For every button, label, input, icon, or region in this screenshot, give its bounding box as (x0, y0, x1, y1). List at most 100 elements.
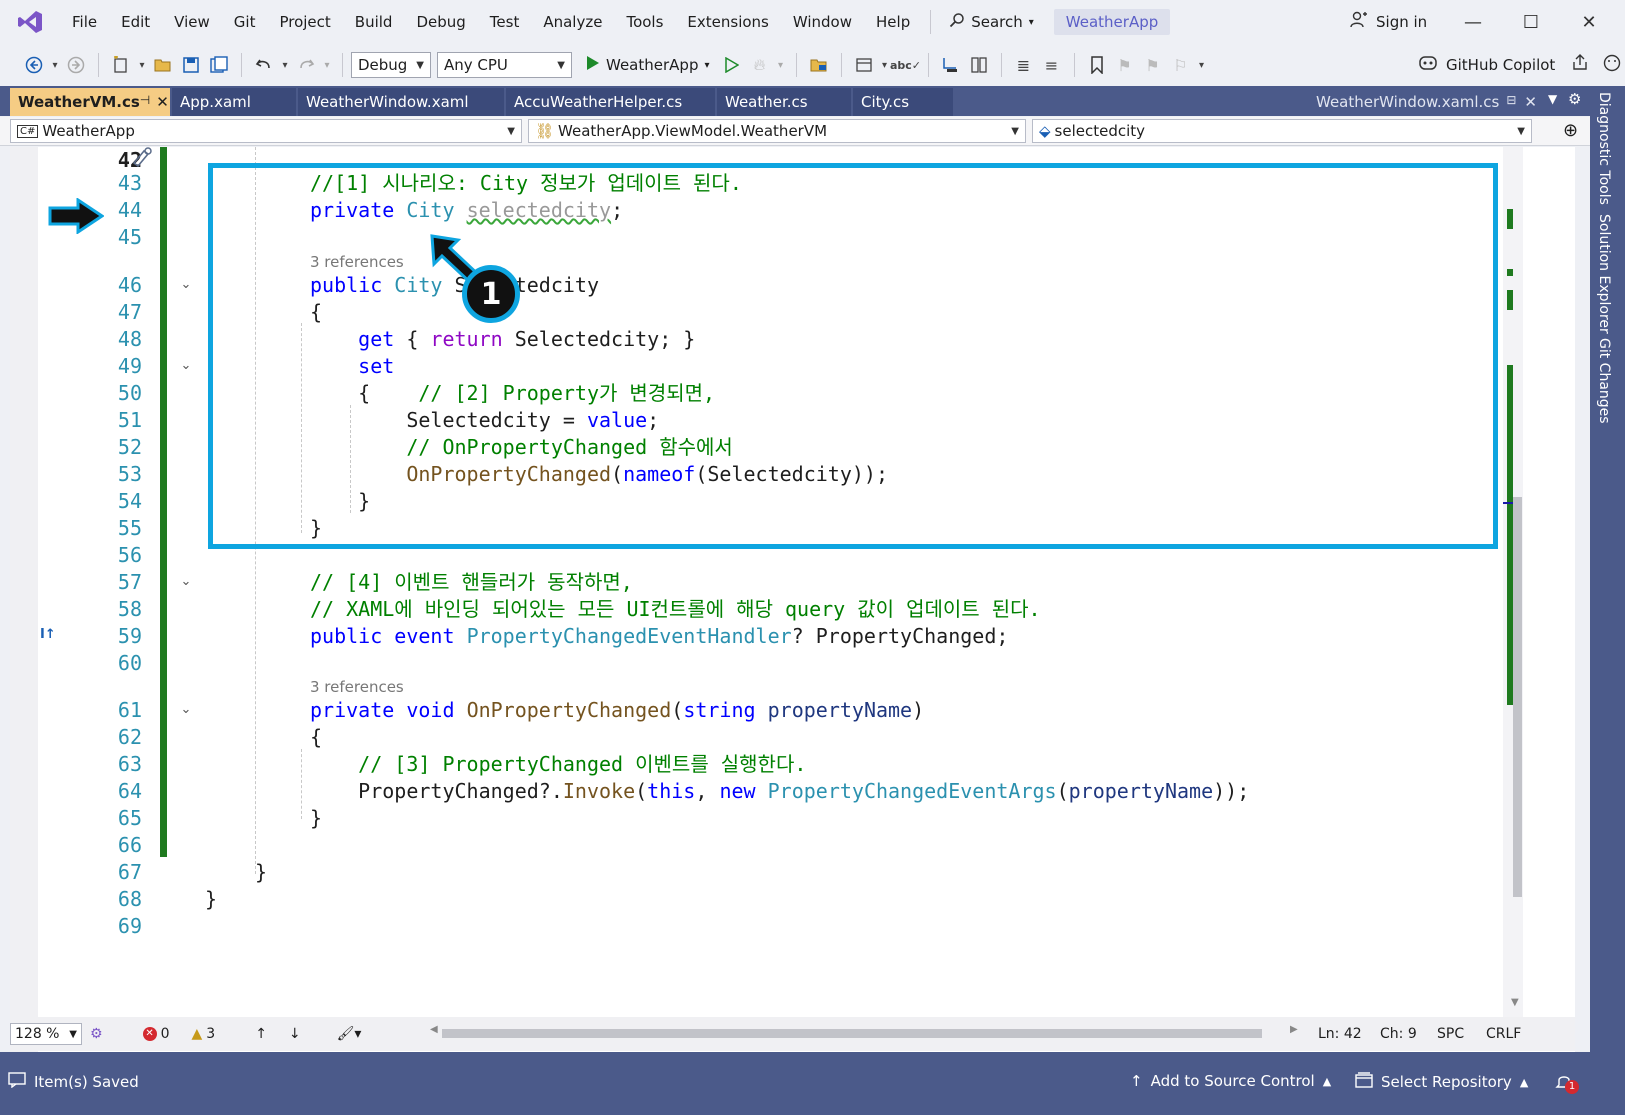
close-icon[interactable]: ✕ (156, 93, 169, 111)
bookmark-icon[interactable] (1083, 51, 1111, 79)
save-all-icon[interactable] (205, 51, 233, 79)
navigate-forward-icon[interactable] (62, 51, 90, 79)
solution-platform-select[interactable]: Any CPU ▼ (437, 52, 572, 78)
menu-extensions[interactable]: Extensions (675, 0, 780, 44)
uncomment-lines-icon[interactable]: ≡ (1038, 51, 1066, 79)
menu-test[interactable]: Test (478, 0, 532, 44)
layout-icon[interactable] (850, 51, 878, 79)
menu-analyze[interactable]: Analyze (531, 0, 614, 44)
vertical-scroll-thumb[interactable] (1513, 497, 1522, 897)
tab-overflow-chevron-icon[interactable]: ▼ (1548, 92, 1557, 106)
clear-bookmarks-icon[interactable]: ⚐ (1167, 51, 1195, 79)
maximize-icon[interactable]: ☐ (1503, 0, 1559, 44)
new-item-icon[interactable] (107, 51, 135, 79)
collapse-chevron-icon[interactable]: ⌄ (178, 277, 194, 293)
chevron-down-icon[interactable]: ▾ (278, 51, 292, 79)
undo-icon[interactable] (250, 51, 278, 79)
solution-explorer-tab[interactable]: Solution Explorer (1596, 214, 1612, 334)
sign-in-button[interactable]: Sign in (1350, 0, 1427, 44)
menu-debug[interactable]: Debug (404, 0, 477, 44)
menu-git[interactable]: Git (222, 0, 268, 44)
chevron-down-icon[interactable]: ▾ (48, 51, 62, 79)
chevron-down-icon[interactable]: ▾ (135, 51, 149, 79)
tab-app-xaml[interactable]: App.xaml (172, 88, 296, 116)
toolbar-overflow-icon[interactable]: ▾ (1195, 51, 1209, 79)
minimize-icon[interactable]: — (1445, 0, 1501, 44)
codelens-references[interactable]: 3 references (310, 676, 404, 698)
scroll-down-icon[interactable]: ▼ (1511, 997, 1519, 1008)
select-repository-button[interactable]: Select Repository ▲ (1355, 1072, 1528, 1092)
browse-folder-icon[interactable] (805, 51, 833, 79)
horizontal-scrollbar[interactable]: ◀ ▶ (430, 1024, 1310, 1042)
line-indicator[interactable]: Ln: 42 (1318, 1017, 1362, 1051)
code-cleanup-icon[interactable]: 🖌︎▾ (337, 1026, 362, 1042)
solution-configuration-select[interactable]: Debug ▼ (351, 52, 431, 78)
hot-reload-icon[interactable]: 🔥︎ (746, 51, 774, 79)
solution-name-badge[interactable]: WeatherApp (1053, 9, 1171, 35)
start-debugging-button[interactable]: WeatherApp ▾ (578, 55, 718, 75)
menu-edit[interactable]: Edit (109, 0, 162, 44)
redo-icon[interactable] (292, 51, 320, 79)
quick-actions-paintbrush-icon[interactable] (130, 147, 154, 171)
line-ending-indicator[interactable]: CRLF (1486, 1017, 1521, 1051)
menu-window[interactable]: Window (781, 0, 864, 44)
collapse-chevron-icon[interactable]: ⌄ (178, 702, 194, 718)
navigate-back-icon[interactable] (20, 51, 48, 79)
tab-weatherwindow-xaml-cs-preview[interactable]: WeatherWindow.xaml.cs ⊟ ✕ (1308, 88, 1545, 116)
github-copilot-button[interactable]: GitHub Copilot (1418, 44, 1621, 86)
menu-view[interactable]: View (162, 0, 222, 44)
tab-weatherwindow-xaml[interactable]: WeatherWindow.xaml (298, 88, 504, 116)
gear-icon[interactable]: ⚙ (1568, 90, 1581, 108)
tab-weathervm-cs[interactable]: WeatherVM.cs ⊣ ✕ (10, 88, 170, 116)
collapse-chevron-icon[interactable]: ⌄ (178, 574, 194, 590)
vertical-scrollbar[interactable]: ▼ (1507, 147, 1525, 1017)
close-icon[interactable]: ✕ (1524, 93, 1537, 111)
save-icon[interactable] (177, 51, 205, 79)
open-folder-icon[interactable] (149, 51, 177, 79)
collapse-chevron-icon[interactable]: ⌄ (178, 358, 194, 374)
project-select[interactable]: C# WeatherApp ▼ (10, 119, 522, 143)
next-issue-icon[interactable]: ↓ (289, 1026, 301, 1042)
member-select[interactable]: ⬙ selectedcity ▼ (1032, 119, 1532, 143)
spell-check-icon[interactable]: abc✓ (890, 51, 921, 79)
glyph-margin[interactable] (10, 147, 38, 1052)
next-bookmark-icon[interactable]: ⚑ (1139, 51, 1167, 79)
notifications-button[interactable]: 1 (1555, 1072, 1579, 1094)
feedback-icon[interactable] (1603, 54, 1621, 76)
compare-files-icon[interactable] (965, 51, 993, 79)
diagnostic-tools-tab[interactable]: Diagnostic Tools (1596, 92, 1612, 205)
add-to-source-control-button[interactable]: ↑ Add to Source Control ▲ (1130, 1072, 1331, 1090)
tab-accuweatherhelper-cs[interactable]: AccuWeatherHelper.cs (506, 88, 715, 116)
keep-open-icon[interactable]: ⊟ (1506, 93, 1516, 111)
tab-city-cs[interactable]: City.cs (853, 88, 953, 116)
error-count[interactable]: ✕ 0 (142, 1026, 169, 1042)
zoom-level-select[interactable]: 128 % ▼ (10, 1023, 82, 1045)
git-changes-tab[interactable]: Git Changes (1596, 338, 1612, 424)
chevron-down-icon[interactable]: ▾ (774, 51, 788, 79)
scroll-right-icon[interactable]: ▶ (1290, 1024, 1298, 1035)
type-select[interactable]: ⛓︎ WeatherApp.ViewModel.WeatherVM ▼ (528, 119, 1026, 143)
comment-lines-icon[interactable]: ≣ (1010, 51, 1038, 79)
step-into-icon[interactable] (937, 51, 965, 79)
start-without-debugging-icon[interactable] (718, 51, 746, 79)
previous-bookmark-icon[interactable]: ⚑ (1111, 51, 1139, 79)
menu-file[interactable]: File (60, 0, 109, 44)
split-editor-icon[interactable]: ⊕ (1563, 120, 1578, 141)
menu-tools[interactable]: Tools (614, 0, 675, 44)
column-indicator[interactable]: Ch: 9 (1380, 1017, 1417, 1051)
output-window-icon[interactable] (8, 1072, 26, 1092)
horizontal-scroll-thumb[interactable] (442, 1029, 1262, 1038)
implements-interface-icon[interactable]: I↑ (40, 627, 56, 642)
health-indicator-icon[interactable]: ⚙︎ (90, 1026, 103, 1042)
tab-weather-cs[interactable]: Weather.cs (717, 88, 851, 116)
close-window-icon[interactable]: ✕ (1561, 0, 1617, 44)
menu-project[interactable]: Project (267, 0, 342, 44)
menu-build[interactable]: Build (343, 0, 405, 44)
previous-issue-icon[interactable]: ↑ (255, 1026, 267, 1042)
search-button[interactable]: Search ▾ (939, 12, 1044, 32)
scroll-left-icon[interactable]: ◀ (430, 1024, 438, 1035)
share-icon[interactable] (1571, 54, 1589, 76)
warning-count[interactable]: ▲ 3 (191, 1026, 215, 1042)
whitespace-indicator[interactable]: SPC (1437, 1017, 1464, 1051)
menu-help[interactable]: Help (864, 0, 922, 44)
